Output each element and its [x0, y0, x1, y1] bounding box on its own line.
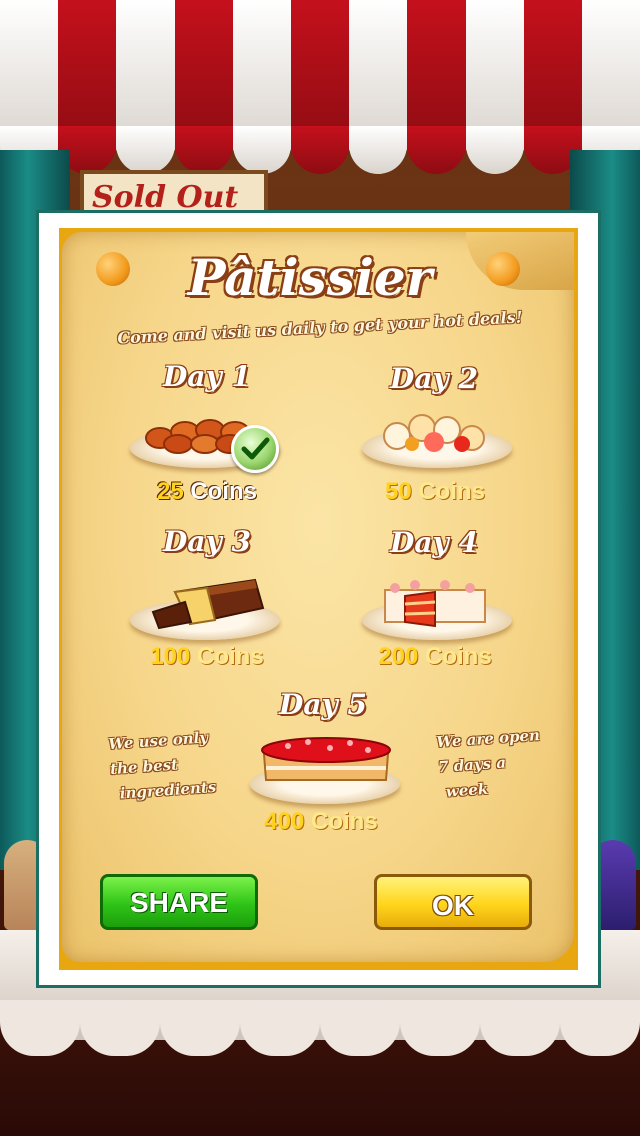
layer-cake-icon — [384, 580, 486, 628]
share-button[interactable]: SHARE — [100, 874, 258, 930]
day-4-reward: 200 Coins — [335, 643, 535, 671]
day-3-reward: 100 Coins — [107, 643, 307, 671]
counter-scallops — [0, 1000, 640, 1060]
day-1-coins-word: Coins — [190, 478, 258, 505]
cream-puffs-icon — [383, 414, 485, 452]
pin-icon — [486, 252, 520, 286]
day-5-coins-value: 400 — [264, 808, 305, 835]
claimed-checkmark-icon — [231, 425, 279, 473]
day-2-coins-value: 50 — [384, 478, 412, 505]
day-5-coins-word: Coins — [311, 808, 378, 835]
note-open-days: We are open 7 days a week — [436, 722, 561, 805]
ok-button[interactable]: OK — [374, 874, 532, 930]
loaf-cake-icon — [151, 578, 265, 630]
day-3-coins-value: 100 — [150, 643, 191, 670]
pin-icon — [96, 252, 130, 286]
day-3-coins-word: Coins — [197, 643, 264, 670]
day-1-reward: 25 Coins — [107, 478, 307, 506]
day-4-coins-value: 200 — [378, 643, 419, 670]
day-1-coins-value: 25 — [156, 478, 184, 505]
berry-tart-icon — [261, 737, 391, 781]
popup-title: Pâtissier — [187, 248, 433, 307]
shop-awning — [0, 0, 640, 175]
note-ingredients: We use only the best ingredients — [108, 724, 233, 807]
day-2-label: Day 2 — [390, 362, 478, 395]
day-5-reward: 400 Coins — [221, 808, 421, 836]
day-4-coins-word: Coins — [425, 643, 492, 670]
day-1-label: Day 1 — [163, 360, 251, 393]
day-2-coins-word: Coins — [418, 478, 486, 505]
day-5-label: Day 5 — [279, 688, 367, 721]
day-4-label: Day 4 — [390, 526, 478, 559]
day-2-reward: 50 Coins — [335, 478, 535, 506]
day-3-label: Day 3 — [163, 525, 251, 558]
